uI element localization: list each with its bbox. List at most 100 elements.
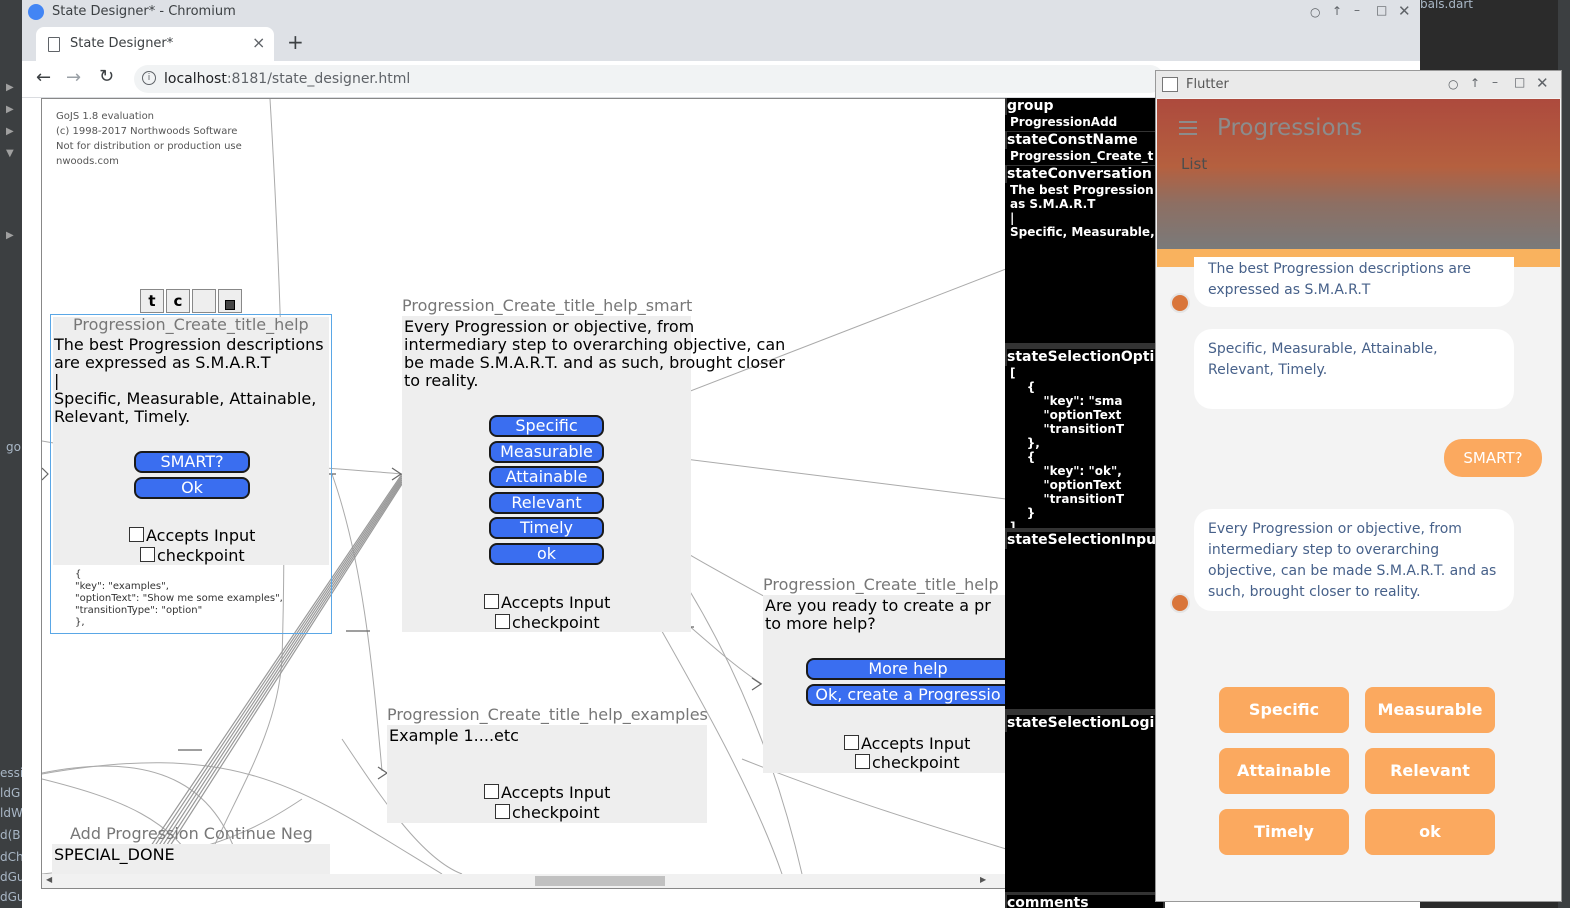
option-chip-timely[interactable]: Timely <box>1219 809 1349 855</box>
forward-icon[interactable]: → <box>66 67 81 88</box>
resize-tool-button[interactable] <box>218 289 242 313</box>
state-conversation-field[interactable]: The best Progression as S.M.A.R.T | Spec… <box>1005 183 1165 343</box>
horizontal-scroll-thumb[interactable] <box>535 876 665 886</box>
checkbox-label: checkpoint <box>512 803 600 822</box>
option-chip-specific[interactable]: Specific <box>1219 687 1349 733</box>
option-chip-relevant[interactable]: Relevant <box>1365 748 1495 794</box>
close-window-icon[interactable]: ✕ <box>1398 2 1411 20</box>
bot-message: Every Progression or objective, from int… <box>1194 509 1514 611</box>
diagram-canvas[interactable]: GoJS 1.8 evaluation (c) 1998-2017 Northw… <box>41 98 1007 889</box>
editor-tab-label[interactable]: bals.dart <box>1420 0 1473 11</box>
scroll-right-icon[interactable]: ▶ <box>980 875 986 884</box>
copy-tool-button[interactable]: c <box>166 289 190 313</box>
ide-fragment: dGu <box>0 890 25 904</box>
close-tab-icon[interactable]: × <box>252 33 265 52</box>
state-const-name-field[interactable]: Progression_Create_t <box>1005 149 1165 165</box>
browser-titlebar: State Designer* - Chromium ○ ↑ – □ ✕ <box>22 0 1420 25</box>
accepts-input-checkbox[interactable]: Accepts Input <box>484 783 610 802</box>
keep-above-icon[interactable]: ↑ <box>1470 76 1480 90</box>
option-chip-attainable[interactable]: Attainable <box>1219 748 1349 794</box>
node-title: Progression_Create_title_help <box>763 575 999 594</box>
node-text: SPECIAL_DONE <box>54 845 175 864</box>
keep-above-icon[interactable]: ↑ <box>1332 4 1342 18</box>
checkbox-box[interactable] <box>495 614 510 629</box>
option-smart-button[interactable]: SMART? <box>134 451 250 473</box>
checkbox-box[interactable] <box>844 735 859 750</box>
option-chip-measurable[interactable]: Measurable <box>1365 687 1495 733</box>
comments-label: comments <box>1007 895 1163 908</box>
state-conversation-label: stateConversation <box>1007 166 1163 183</box>
state-selection-options-field[interactable]: [ { "key": "sma "optionText "transitionT… <box>1005 366 1165 528</box>
checkbox-label: checkpoint <box>157 546 245 565</box>
node-text: Every Progression or objective, from int… <box>404 317 786 390</box>
bot-message: The best Progression descriptions are ex… <box>1194 257 1514 307</box>
checkpoint-checkbox[interactable]: checkpoint <box>140 546 245 565</box>
chromium-logo-icon <box>28 4 44 20</box>
address-bar[interactable]: i localhost:8181/state_designer.html <box>134 65 1164 93</box>
option-specific-button[interactable]: Specific <box>489 415 604 437</box>
app-subtitle[interactable]: List <box>1181 155 1207 173</box>
checkpoint-checkbox[interactable]: checkpoint <box>495 613 600 632</box>
maximize-icon[interactable]: □ <box>1376 3 1387 17</box>
new-tab-button[interactable]: + <box>287 30 304 54</box>
node-json-snippet: { "key": "examples", "optionText": "Show… <box>75 569 283 628</box>
checkbox-box[interactable] <box>855 754 870 769</box>
group-field[interactable]: ProgressionAdd <box>1005 115 1165 131</box>
url-host: localhost <box>164 71 227 87</box>
minimize-icon[interactable]: – <box>1492 75 1498 89</box>
checkbox-box[interactable] <box>484 784 499 799</box>
group-label: group <box>1007 98 1163 115</box>
tab-title: State Designer* <box>70 36 174 51</box>
minimize-icon[interactable]: – <box>1354 3 1360 17</box>
menu-icon[interactable] <box>1179 121 1197 135</box>
checkpoint-checkbox[interactable]: checkpoint <box>855 753 960 772</box>
text-tool-button[interactable]: t <box>140 289 164 313</box>
checkbox-label: checkpoint <box>872 753 960 772</box>
expand-arrow-icon[interactable]: ▶ <box>6 104 14 115</box>
option-attainable-button[interactable]: Attainable <box>489 466 604 488</box>
reload-icon[interactable]: ↻ <box>99 66 114 87</box>
property-inspector: group ProgressionAdd stateConstName Prog… <box>1005 98 1165 908</box>
pin-icon[interactable]: ○ <box>1448 77 1458 91</box>
checkpoint-checkbox[interactable]: checkpoint <box>495 803 600 822</box>
option-chip-ok[interactable]: ok <box>1365 809 1495 855</box>
option-ok-button[interactable]: Ok <box>134 477 250 499</box>
info-icon[interactable]: i <box>142 71 156 85</box>
option-timely-button[interactable]: Timely <box>489 517 604 539</box>
pin-icon[interactable]: ○ <box>1310 5 1320 19</box>
accepts-input-checkbox[interactable]: Accepts Input <box>129 526 255 545</box>
horizontal-scrollbar[interactable]: ◀ ▶ <box>42 874 1006 888</box>
checkbox-box[interactable] <box>129 527 144 542</box>
node-progression-create-title-help[interactable]: Progression_Create_title_help The best P… <box>50 314 332 634</box>
bot-avatar-icon <box>1170 593 1190 613</box>
back-icon[interactable]: ← <box>36 67 51 88</box>
checkbox-box[interactable] <box>495 804 510 819</box>
option-relevant-button[interactable]: Relevant <box>489 492 604 514</box>
scroll-left-icon[interactable]: ◀ <box>46 875 52 884</box>
close-window-icon[interactable]: ✕ <box>1536 74 1549 92</box>
app-icon <box>1162 77 1178 92</box>
option-measurable-button[interactable]: Measurable <box>489 441 604 463</box>
accepts-input-checkbox[interactable]: Accepts Input <box>484 593 610 612</box>
state-selection-logic-field[interactable] <box>1005 732 1165 892</box>
collapse-arrow-icon[interactable]: ▼ <box>6 148 14 159</box>
expand-arrow-icon[interactable]: ▶ <box>6 82 14 93</box>
blank-tool-button[interactable] <box>192 289 216 313</box>
state-selection-input-field[interactable] <box>1005 549 1165 709</box>
resize-icon <box>225 300 235 310</box>
option-more-help-button[interactable]: More help <box>806 658 1006 680</box>
tab-state-designer[interactable]: State Designer* × <box>36 27 274 61</box>
expand-arrow-icon[interactable]: ▶ <box>6 230 14 241</box>
ide-fragment: dGu <box>0 870 25 884</box>
state-selection-input-label: stateSelectionInpu <box>1007 532 1163 549</box>
checkbox-box[interactable] <box>484 594 499 609</box>
checkbox-box[interactable] <box>140 547 155 562</box>
checkbox-label: Accepts Input <box>501 783 611 802</box>
option-ok-button[interactable]: ok <box>489 543 604 565</box>
node-text: Are you ready to create a pr to more hel… <box>765 597 991 633</box>
option-create-progression-button[interactable]: Ok, create a Progressio <box>806 684 1006 706</box>
maximize-icon[interactable]: □ <box>1514 75 1525 89</box>
accepts-input-checkbox[interactable]: Accepts Input <box>844 734 970 753</box>
node-title: Progression_Create_title_help_smart <box>402 296 693 315</box>
expand-arrow-icon[interactable]: ▶ <box>6 126 14 137</box>
